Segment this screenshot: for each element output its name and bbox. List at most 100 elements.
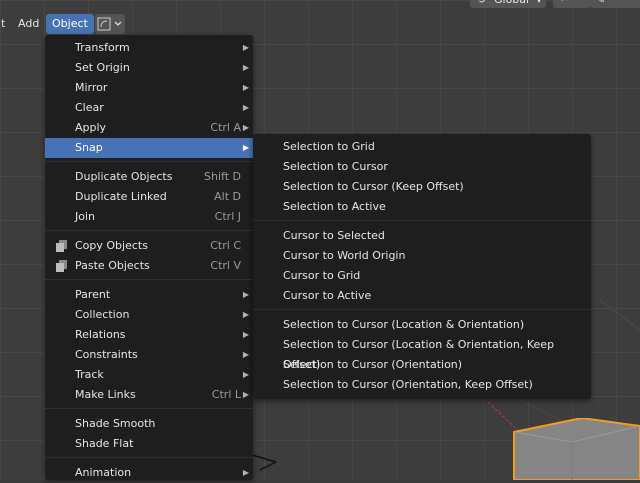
- menu-item-collection[interactable]: Collection ▶: [45, 305, 253, 325]
- menu-item-label: Track: [75, 368, 104, 381]
- snap-toggle[interactable]: ✎: [590, 0, 640, 8]
- menu-item-label: Duplicate Objects: [75, 170, 173, 183]
- submenu-arrow-icon: ▶: [242, 290, 249, 299]
- menu-item-label: Selection to Cursor (Location & Orientat…: [283, 318, 525, 331]
- snap-item-cursor-to-active[interactable]: Cursor to Active: [253, 286, 591, 306]
- menu-item-duplicate-linked[interactable]: Duplicate Linked Alt D: [45, 187, 253, 207]
- menu-separator: [45, 230, 253, 231]
- menu-item-copy-objects[interactable]: Copy Objects Ctrl C: [45, 236, 253, 256]
- menu-item-label: Selection to Cursor (Orientation): [283, 358, 463, 371]
- menu-item-label: Cursor to Active: [283, 289, 372, 302]
- submenu-arrow-icon: ▶: [242, 330, 249, 339]
- snap-item-selection-to-grid[interactable]: Selection to Grid: [253, 137, 591, 157]
- menu-item-shortcut: Shift D: [204, 170, 241, 183]
- menu-item-label: Selection to Cursor (Keep Offset): [283, 180, 464, 193]
- pivot-icon: ∽: [559, 0, 568, 6]
- menu-item-label: Transform: [75, 41, 130, 54]
- menu-item-shortcut: Ctrl A: [210, 121, 241, 134]
- menu-item-label: Paste Objects: [75, 259, 150, 272]
- menu-separator: [45, 279, 253, 280]
- chevron-down-icon: ▼: [536, 0, 542, 8]
- menu-item-label: Animation: [75, 466, 132, 479]
- snap-item-selection-to-cursor-orientation-keep-offset[interactable]: Selection to Cursor (Orientation, Keep O…: [253, 375, 591, 395]
- viewport-header: t Add Object: [0, 13, 640, 35]
- snap-item-cursor-to-selected[interactable]: Cursor to Selected: [253, 226, 591, 246]
- menu-item-join[interactable]: Join Ctrl J: [45, 207, 253, 227]
- paste-icon: [55, 259, 69, 273]
- menu-item-shade-smooth[interactable]: Shade Smooth: [45, 414, 253, 434]
- submenu-arrow-icon: ▶: [242, 370, 249, 379]
- menu-item-label: Shade Flat: [75, 437, 134, 450]
- menu-item-label: Cursor to Grid: [283, 269, 361, 282]
- orientation-icon: ⟲: [476, 0, 485, 8]
- menu-item-label: Selection to Grid: [283, 140, 375, 153]
- menu-item-apply[interactable]: Apply Ctrl A ▶: [45, 118, 253, 138]
- menu-item-label: Snap: [75, 141, 103, 154]
- menu-item-label: Constraints: [75, 348, 138, 361]
- submenu-arrow-icon: ▶: [242, 83, 249, 92]
- submenu-arrow-icon: ▶: [242, 123, 249, 132]
- snap-submenu: Selection to Grid Selection to Cursor Sele…: [253, 134, 591, 399]
- snap-item-selection-to-cursor-location-orientation[interactable]: Selection to Cursor (Location & Orientat…: [253, 315, 591, 335]
- menu-item-relations[interactable]: Relations ▶: [45, 325, 253, 345]
- menu-item-shortcut: Ctrl J: [214, 210, 241, 223]
- header-menu-add[interactable]: Add: [12, 14, 45, 34]
- menu-item-clear[interactable]: Clear ▶: [45, 98, 253, 118]
- header-menu-view[interactable]: t: [0, 14, 11, 34]
- menu-item-label: Cursor to World Origin: [283, 249, 406, 262]
- snap-icon: [97, 17, 122, 31]
- menu-item-label: Cursor to Selected: [283, 229, 385, 242]
- menu-separator: [253, 220, 591, 221]
- submenu-arrow-icon: ▶: [242, 350, 249, 359]
- copy-icon: [55, 239, 69, 253]
- menu-item-label: Duplicate Linked: [75, 190, 167, 203]
- menu-item-label: Copy Objects: [75, 239, 148, 252]
- submenu-arrow-icon: ▶: [242, 43, 249, 52]
- snap-item-selection-to-cursor[interactable]: Selection to Cursor: [253, 157, 591, 177]
- menu-item-shortcut: Ctrl V: [210, 259, 241, 272]
- menu-item-label: Make Links: [75, 388, 136, 401]
- orientation-label: Global: [494, 0, 529, 8]
- menu-item-label: Collection: [75, 308, 130, 321]
- menu-item-paste-objects[interactable]: Paste Objects Ctrl V: [45, 256, 253, 276]
- snap-mode-dropdown[interactable]: [95, 14, 125, 34]
- snap-item-selection-to-active[interactable]: Selection to Active: [253, 197, 591, 217]
- menu-item-label: Apply: [75, 121, 107, 134]
- menu-item-label: Shade Smooth: [75, 417, 156, 430]
- snap-item-selection-to-cursor-location-orientation-keep-offset[interactable]: Selection to Cursor (Location & Orientat…: [253, 335, 591, 371]
- menu-item-animation[interactable]: Animation ▶: [45, 463, 253, 483]
- menu-item-shortcut: Ctrl L: [211, 388, 241, 401]
- snap-item-cursor-to-world-origin[interactable]: Cursor to World Origin: [253, 246, 591, 266]
- menu-item-transform[interactable]: Transform ▶: [45, 38, 253, 58]
- chevron-down-icon: [114, 21, 122, 26]
- menu-item-shortcut: Alt D: [214, 190, 241, 203]
- menu-item-track[interactable]: Track ▶: [45, 365, 253, 385]
- menu-item-make-links[interactable]: Make Links Ctrl L ▶: [45, 385, 253, 405]
- submenu-arrow-icon: ▶: [242, 468, 249, 477]
- menu-item-snap[interactable]: Snap ▶: [45, 138, 253, 158]
- menu-item-mirror[interactable]: Mirror ▶: [45, 78, 253, 98]
- menu-separator: [45, 457, 253, 458]
- menu-item-label: Relations: [75, 328, 126, 341]
- submenu-arrow-icon: ▶: [242, 143, 249, 152]
- pivot-dropdown[interactable]: ∽: [553, 0, 591, 8]
- menu-item-set-origin[interactable]: Set Origin ▶: [45, 58, 253, 78]
- menu-separator: [45, 408, 253, 409]
- menu-item-parent[interactable]: Parent ▶: [45, 285, 253, 305]
- snap-item-selection-to-cursor-keep-offset[interactable]: Selection to Cursor (Keep Offset): [253, 177, 591, 197]
- selected-cube[interactable]: [512, 416, 640, 483]
- menu-item-shade-flat[interactable]: Shade Flat: [45, 434, 253, 454]
- snap-item-cursor-to-grid[interactable]: Cursor to Grid: [253, 266, 591, 286]
- transform-orientation-dropdown[interactable]: ⟲ Global ▼: [470, 0, 546, 8]
- menu-item-duplicate-objects[interactable]: Duplicate Objects Shift D: [45, 167, 253, 187]
- header-menu-object[interactable]: Object: [46, 14, 94, 34]
- menu-item-label: Join: [75, 210, 96, 223]
- menu-item-label: Parent: [75, 288, 111, 301]
- object-menu: Transform ▶ Set Origin ▶ Mirror ▶ Clear ▶ Apply C…: [45, 35, 253, 480]
- submenu-arrow-icon: ▶: [242, 63, 249, 72]
- menu-item-label: Selection to Active: [283, 200, 386, 213]
- submenu-arrow-icon: ▶: [242, 390, 249, 399]
- menu-item-constraints[interactable]: Constraints ▶: [45, 345, 253, 365]
- snap-item-selection-to-cursor-orientation[interactable]: Selection to Cursor (Orientation): [253, 355, 591, 375]
- menu-item-label: Set Origin: [75, 61, 130, 74]
